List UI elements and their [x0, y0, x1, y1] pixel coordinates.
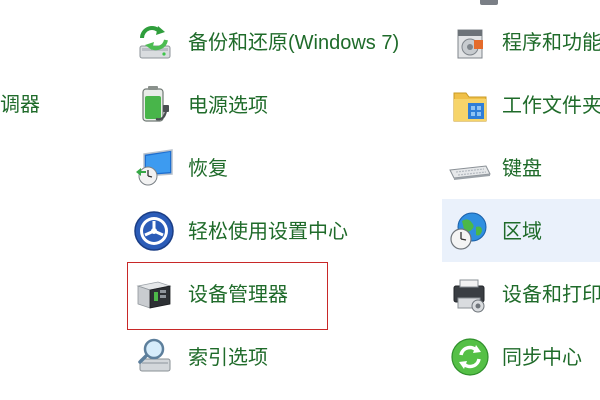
item-programs-features[interactable]: 程序和功能 — [446, 18, 600, 68]
item-label-recovery: 恢复 — [188, 158, 228, 180]
item-label-programs-features: 程序和功能 — [502, 32, 600, 54]
item-label-power-options: 电源选项 — [188, 95, 268, 117]
item-backup-restore[interactable]: 备份和还原(Windows 7) — [130, 18, 420, 68]
item-work-folders[interactable]: 工作文件夹 — [446, 81, 600, 131]
top-cut-icon-fragment — [480, 0, 498, 5]
work-folders-icon — [448, 83, 492, 127]
item-ease-of-access[interactable]: 轻松使用设置中心 — [130, 207, 360, 257]
recovery-monitor-icon — [132, 146, 176, 190]
left-partial-item-label[interactable]: 调器 — [0, 93, 40, 117]
item-label-work-folders: 工作文件夹 — [502, 95, 600, 117]
item-region[interactable]: 区域 — [446, 207, 600, 257]
item-label-indexing-options: 索引选项 — [188, 347, 268, 369]
item-label-sync-center: 同步中心 — [502, 347, 582, 369]
item-power-options[interactable]: 电源选项 — [130, 81, 330, 131]
backup-restore-icon — [132, 20, 176, 64]
control-panel-all-items: 调器 备份和还原(Windows 7) 电源选项 恢复 轻松使用设置中心 设备管… — [0, 0, 600, 400]
ease-of-access-icon — [132, 209, 176, 253]
item-sync-center[interactable]: 同步中心 — [446, 333, 600, 383]
item-indexing-options[interactable]: 索引选项 — [130, 333, 330, 383]
item-label-ease-of-access: 轻松使用设置中心 — [188, 221, 348, 243]
keyboard-icon — [448, 146, 492, 190]
region-globe-icon — [448, 209, 492, 253]
item-label-devices-printers: 设备和打印机 — [502, 284, 600, 306]
device-manager-highlight-box — [127, 262, 328, 330]
indexing-options-icon — [132, 335, 176, 379]
item-label-backup-restore: 备份和还原(Windows 7) — [188, 32, 400, 54]
item-devices-printers[interactable]: 设备和打印机 — [446, 270, 600, 320]
devices-printers-icon — [448, 272, 492, 316]
battery-power-icon — [132, 83, 176, 127]
programs-features-icon — [448, 20, 492, 64]
item-keyboard[interactable]: 键盘 — [446, 144, 600, 194]
item-label-keyboard: 键盘 — [502, 158, 542, 180]
sync-center-icon — [448, 335, 492, 379]
item-recovery[interactable]: 恢复 — [130, 144, 330, 194]
item-label-region: 区域 — [502, 221, 542, 243]
